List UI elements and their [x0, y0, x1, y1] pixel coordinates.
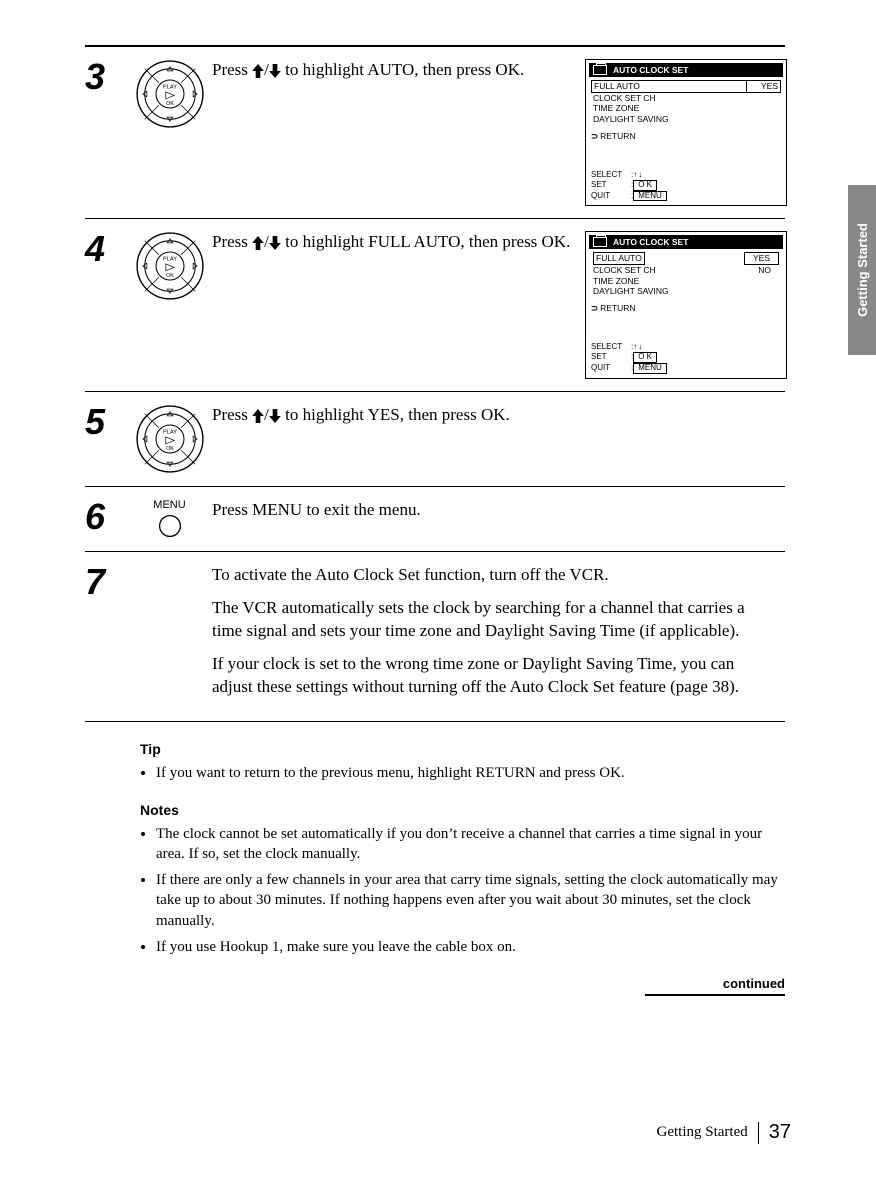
side-tab-label: Getting Started: [855, 223, 870, 317]
step-number: 4: [85, 231, 127, 267]
up-arrow-icon: [252, 405, 264, 428]
down-arrow-icon: [269, 405, 281, 428]
continued-label: continued: [645, 975, 785, 996]
footer-section: Getting Started: [657, 1124, 748, 1141]
tip-heading: Tip: [140, 740, 785, 759]
step-6: 6 MENU Press MENU to exit the menu.: [85, 487, 785, 551]
step-5: 5 PLAY OK Press / to highlight YES, then …: [85, 392, 785, 486]
step-3: 3 PLAY OK Press / to highlight AUTO, the…: [85, 47, 785, 218]
vcr-icon: [593, 237, 607, 247]
note-item: The clock cannot be set automatically if…: [156, 824, 785, 865]
step-number: 5: [85, 404, 127, 440]
step-7: 7 To activate the Auto Clock Set functio…: [85, 552, 785, 721]
step-number: 6: [85, 499, 127, 535]
svg-text:OK: OK: [165, 446, 173, 452]
menu-label: MENU: [153, 499, 185, 511]
svg-text:OK: OK: [165, 274, 173, 280]
notes-heading: Notes: [140, 801, 785, 820]
page-number: 37: [769, 1121, 791, 1144]
step-text: Press / to highlight AUTO, then press OK…: [212, 59, 575, 93]
menu-button-icon: [157, 513, 183, 539]
step-text: To activate the Auto Clock Set function,…: [212, 564, 775, 709]
svg-text:PLAY: PLAY: [163, 257, 177, 263]
up-arrow-icon: [252, 232, 264, 255]
step-number: 3: [85, 59, 127, 95]
side-tab: Getting Started: [848, 185, 876, 355]
svg-text:OK: OK: [165, 101, 173, 107]
note-item: If there are only a few channels in your…: [156, 870, 785, 931]
dpad-icon: PLAY OK: [135, 404, 205, 474]
step-text: Press / to highlight YES, then press OK.: [212, 404, 775, 438]
osd-screen-4: AUTO CLOCK SET FULL AUTOYES CLOCK SET CH…: [585, 231, 787, 378]
down-arrow-icon: [269, 60, 281, 83]
osd-screen-3: AUTO CLOCK SET FULL AUTOYES CLOCK SET CH…: [585, 59, 787, 206]
tip-notes-section: Tip If you want to return to the previou…: [140, 740, 785, 996]
step-number: 7: [85, 564, 127, 600]
up-arrow-icon: [252, 60, 264, 83]
step-4: 4 PLAY OK Press / to highlight FULL AUTO,…: [85, 219, 785, 390]
down-arrow-icon: [269, 232, 281, 255]
step-text: Press MENU to exit the menu.: [212, 499, 775, 532]
tip-item: If you want to return to the previous me…: [156, 763, 785, 783]
step-text: Press / to highlight FULL AUTO, then pre…: [212, 231, 575, 265]
svg-text:PLAY: PLAY: [163, 84, 177, 90]
vcr-icon: [593, 65, 607, 75]
note-item: If you use Hookup 1, make sure you leave…: [156, 937, 785, 957]
dpad-icon: PLAY OK: [135, 59, 205, 129]
svg-text:PLAY: PLAY: [163, 429, 177, 435]
dpad-icon: PLAY OK: [135, 231, 205, 301]
page-footer: Getting Started 37: [657, 1121, 791, 1144]
